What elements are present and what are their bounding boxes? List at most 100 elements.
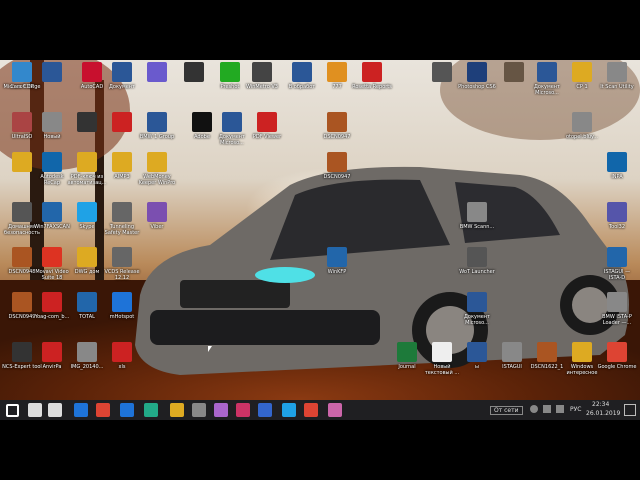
desktop-icon[interactable]: mHotspot bbox=[102, 292, 142, 320]
desktop-icon[interactable]: PDF-ключ из автоматизац... bbox=[67, 152, 107, 186]
desktop-icon[interactable]: INPA bbox=[597, 152, 637, 180]
taskbar-app-b-icon[interactable] bbox=[192, 403, 206, 417]
taskbar-start-icon[interactable] bbox=[6, 404, 19, 417]
taskbar-search-icon[interactable] bbox=[28, 403, 42, 417]
desktop-icon-label: VCDS Release 12.12 bbox=[104, 269, 140, 281]
app-icon bbox=[572, 112, 592, 132]
desktop-icon-label: Документ Microso... bbox=[464, 314, 490, 326]
desktop-icon[interactable]: DSCN1622_1 bbox=[527, 342, 567, 370]
desktop-icon[interactable]: BMW 1 Group bbox=[137, 112, 177, 140]
desktop-icon[interactable]: Tunneling Safety Master bbox=[102, 202, 142, 236]
desktop-icon[interactable]: В обработ bbox=[282, 62, 322, 90]
taskbar-app-e-icon[interactable] bbox=[304, 403, 318, 417]
clock-date[interactable]: 26.01.2019 bbox=[586, 410, 620, 417]
desktop-icon-label: В обработ bbox=[288, 84, 316, 90]
desktop-icon-label: ы bbox=[475, 364, 479, 370]
desktop-icon[interactable]: Документ Microso... bbox=[457, 292, 497, 326]
desktop-icon[interactable] bbox=[137, 62, 177, 84]
desktop-icon[interactable]: Новый текстовый ... bbox=[422, 342, 462, 376]
desktop-icon[interactable]: VCDS Release 12.12 bbox=[102, 247, 142, 281]
desktop-icon[interactable]: BMW Scann... bbox=[457, 202, 497, 230]
desktop-icon[interactable]: WoT Launcher bbox=[457, 247, 497, 275]
desktop-icon[interactable]: DSCN0947 bbox=[317, 152, 357, 180]
app-icon bbox=[362, 62, 382, 82]
desktop-icon[interactable]: ы bbox=[457, 342, 497, 370]
desktop-icon[interactable]: Документ Microso... bbox=[212, 112, 252, 146]
desktop-icon[interactable]: AIMP3 bbox=[102, 152, 142, 180]
notifications-icon[interactable] bbox=[624, 404, 636, 416]
desktop-icon[interactable]: WinMetro V3 bbox=[242, 62, 282, 90]
desktop-icon[interactable] bbox=[67, 112, 107, 134]
desktop-icon[interactable]: TOTAL bbox=[67, 292, 107, 320]
desktop-icon[interactable]: Movavi Video Suite 18 bbox=[32, 247, 72, 281]
taskbar-app-a-icon[interactable] bbox=[144, 403, 158, 417]
app-icon bbox=[77, 152, 97, 172]
taskbar-app-c-icon[interactable] bbox=[214, 403, 228, 417]
desktop-icon[interactable]: Windows интересное bbox=[562, 342, 602, 376]
desktop-icon[interactable]: It Scan Utility bbox=[597, 62, 637, 90]
clock-time[interactable]: 22:34 bbox=[592, 401, 609, 408]
language-indicator[interactable]: РУС bbox=[570, 406, 581, 413]
desktop-icon[interactable]: Skype bbox=[67, 202, 107, 230]
app-icon bbox=[467, 62, 487, 82]
desktop-icon[interactable]: WinKFP bbox=[317, 247, 357, 275]
desktop-icon[interactable] bbox=[422, 62, 462, 84]
desktop-icon[interactable] bbox=[102, 112, 142, 134]
app-icon bbox=[192, 112, 212, 132]
taskbar-explorer-icon[interactable] bbox=[170, 403, 184, 417]
desktop-icon[interactable]: DWG дом bbox=[67, 247, 107, 275]
desktop-icon[interactable]: Cars CDP bbox=[2, 62, 42, 90]
desktop-icon[interactable]: xls bbox=[102, 342, 142, 370]
desktop-icon-label: DSCN0947 bbox=[323, 174, 351, 180]
desktop-icon[interactable]: Google Chrome bbox=[597, 342, 637, 370]
desktop-icon[interactable]: Win7FAXSCAN bbox=[32, 202, 72, 230]
desktop-icon[interactable]: Tool32 bbox=[597, 202, 637, 230]
desktop-icon-label: Cars CDP bbox=[10, 84, 34, 90]
desktop-icon[interactable]: BMW ISTA-P Loader —... bbox=[597, 292, 637, 326]
taskbar-chrome-icon[interactable] bbox=[96, 403, 110, 417]
desktop-icon[interactable]: Journal bbox=[387, 342, 427, 370]
network-status[interactable]: От сети bbox=[490, 406, 523, 415]
desktop-icon[interactable]: Документ Microso... bbox=[527, 62, 567, 96]
taskbar-task-view-icon[interactable] bbox=[48, 403, 62, 417]
desktop-icon[interactable]: Autodesk ReCap bbox=[32, 152, 72, 186]
battery-icon[interactable] bbox=[543, 405, 551, 413]
desktop-icon[interactable]: Документ bbox=[102, 62, 142, 90]
app-icon bbox=[112, 152, 132, 172]
desktop-icon[interactable]: CP 1 bbox=[562, 62, 602, 90]
desktop-icon[interactable]: otopel.bluy... bbox=[562, 112, 602, 140]
desktop-icon[interactable]: PDF Viewer bbox=[247, 112, 287, 140]
letterbox-bottom bbox=[0, 420, 640, 480]
app-icon bbox=[467, 247, 487, 267]
app-icon bbox=[502, 342, 522, 362]
desktop-icon[interactable]: Новый bbox=[32, 112, 72, 140]
desktop-icon[interactable]: Viber bbox=[137, 202, 177, 230]
desktop-icon[interactable]: IMG_20140... bbox=[67, 342, 107, 370]
taskbar-mail-icon[interactable] bbox=[74, 403, 88, 417]
desktop-icon-label: BMW 1 Group bbox=[139, 134, 175, 140]
taskbar-edge-icon[interactable] bbox=[120, 403, 134, 417]
desktop-icon[interactable] bbox=[174, 62, 214, 84]
desktop-icon[interactable]: ISTAGUI — ISTA-D bbox=[597, 247, 637, 281]
taskbar-app-d-icon[interactable] bbox=[236, 403, 250, 417]
desktop-icon[interactable]: 777 bbox=[317, 62, 357, 90]
app-icon bbox=[42, 202, 62, 222]
desktop-icon[interactable]: WebMoney Keeper WinPro bbox=[137, 152, 177, 186]
app-icon bbox=[147, 202, 167, 222]
desktop-icon[interactable]: ISTAGUI bbox=[492, 342, 532, 370]
desktop-icon-label: ISTAGUI — ISTA-D bbox=[603, 269, 631, 281]
taskbar-save-icon[interactable] bbox=[258, 403, 272, 417]
desktop[interactable]: Microsoft Edge AutoCAD Документ Preshot WinM… bbox=[0, 60, 640, 400]
desktop-icon[interactable]: Photoshop CS6 bbox=[457, 62, 497, 90]
desktop-icon[interactable]: Rosetta Reports bbox=[352, 62, 392, 90]
desktop-icon-label: PDF Viewer bbox=[252, 134, 282, 140]
desktop-icon[interactable]: Yoag-com_b... bbox=[32, 292, 72, 320]
taskbar-app-f-icon[interactable] bbox=[328, 403, 342, 417]
wifi-icon[interactable] bbox=[530, 405, 538, 413]
app-icon bbox=[432, 62, 452, 82]
app-icon bbox=[12, 342, 32, 362]
volume-icon[interactable] bbox=[556, 405, 564, 413]
desktop-icon[interactable]: DSCN0947 bbox=[317, 112, 357, 140]
desktop-icon[interactable]: AnvirPa bbox=[32, 342, 72, 370]
taskbar-skype-icon[interactable] bbox=[282, 403, 296, 417]
